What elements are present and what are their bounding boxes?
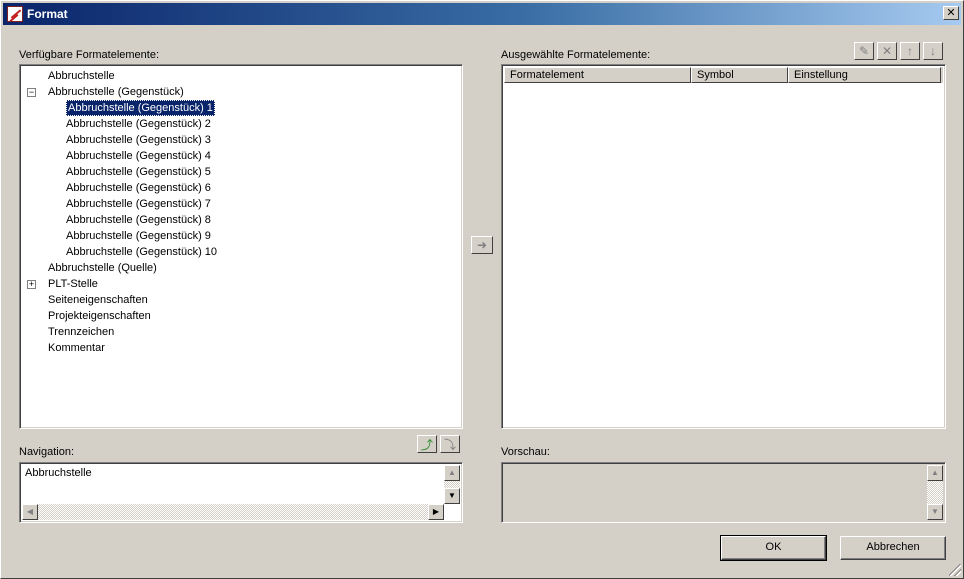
preview-box: ▲ ▼ [501, 462, 946, 523]
preview-scroll-up-button[interactable]: ▲ [927, 465, 943, 481]
scroll-right-button[interactable]: ▶ [428, 504, 444, 520]
tree-item[interactable]: Abbruchstelle (Gegenstück) 6 [66, 180, 211, 196]
tree-item[interactable]: Trennzeichen [48, 324, 114, 340]
resize-grip-icon[interactable] [949, 564, 961, 576]
move-down-button[interactable]: ↓ [923, 42, 943, 60]
delete-icon: ✕ [881, 44, 893, 58]
scroll-left-button[interactable]: ◀ [22, 504, 38, 520]
tree-item-selected[interactable]: Abbruchstelle (Gegenstück) 1 [66, 100, 215, 116]
preview-scroll-down-button[interactable]: ▼ [927, 504, 943, 520]
expand-icon[interactable]: + [27, 280, 36, 289]
tree-item[interactable]: Abbruchstelle (Gegenstück) 10 [66, 244, 217, 260]
column-header-formatelement[interactable]: Formatelement [504, 67, 691, 83]
navigation-value: Abbruchstelle [25, 467, 92, 479]
available-elements-tree[interactable]: Abbruchstelle Abbruchstelle (Gegenstück) −… [19, 64, 463, 429]
tree-item[interactable]: Abbruchstelle (Gegenstück) 2 [66, 116, 211, 132]
tree-item[interactable]: Seiteneigenschaften [48, 292, 148, 308]
window-title: Format [27, 7, 68, 21]
navigation-vertical-scrollbar[interactable]: ▲ ▼ [444, 465, 460, 504]
edit-icon: ✎ [858, 44, 870, 58]
tree-item[interactable]: Abbruchstelle (Gegenstück) [48, 84, 184, 100]
scroll-down-icon: ▼ [931, 507, 939, 516]
column-header-einstellung[interactable]: Einstellung [788, 67, 941, 83]
close-button[interactable]: ✕ [943, 6, 959, 20]
scroll-right-icon: ▶ [432, 507, 440, 516]
tree-item[interactable]: Abbruchstelle [48, 68, 115, 84]
tree-item[interactable]: Abbruchstelle (Gegenstück) 3 [66, 132, 211, 148]
navigation-box[interactable]: Abbruchstelle ▲ ▼ ◀ ▶ [19, 462, 463, 523]
delete-button[interactable]: ✕ [877, 42, 897, 60]
scroll-left-icon: ◀ [26, 507, 34, 516]
add-element-button[interactable]: ➜ [471, 236, 493, 254]
move-up-button[interactable]: ↑ [900, 42, 920, 60]
tree-item[interactable]: Kommentar [48, 340, 105, 356]
move-down-icon: ↓ [930, 44, 936, 58]
preview-vertical-scrollbar[interactable]: ▲ ▼ [927, 465, 943, 520]
tree-item[interactable]: Projekteigenschaften [48, 308, 151, 324]
column-header-symbol[interactable]: Symbol [691, 67, 788, 83]
selected-elements-list[interactable]: Formatelement Symbol Einstellung [501, 64, 946, 429]
tree-item[interactable]: Abbruchstelle (Gegenstück) 7 [66, 196, 211, 212]
tree-item[interactable]: Abbruchstelle (Gegenstück) 4 [66, 148, 211, 164]
navigate-down-button[interactable]: ⤵ [440, 435, 460, 453]
tree-item[interactable]: Abbruchstelle (Gegenstück) 8 [66, 212, 211, 228]
tree-item[interactable]: Abbruchstelle (Quelle) [48, 260, 157, 276]
cancel-button[interactable]: Abbrechen [840, 536, 946, 560]
tree-item[interactable]: Abbruchstelle (Gegenstück) 5 [66, 164, 211, 180]
collapse-icon[interactable]: − [27, 88, 36, 97]
navigate-down-icon: ⤵ [443, 437, 456, 452]
tree-item[interactable]: Abbruchstelle (Gegenstück) 9 [66, 228, 211, 244]
scroll-down-button[interactable]: ▼ [444, 488, 460, 504]
close-icon: ✕ [946, 7, 956, 19]
list-header: Formatelement Symbol Einstellung [504, 67, 943, 83]
edit-button[interactable]: ✎ [854, 42, 874, 60]
scroll-up-icon: ▲ [931, 468, 939, 477]
scroll-up-button[interactable]: ▲ [444, 465, 460, 481]
scroll-up-icon: ▲ [448, 468, 456, 477]
ok-button[interactable]: OK [720, 535, 827, 561]
selected-elements-label: Ausgewählte Formatelemente: [501, 49, 651, 61]
navigation-label: Navigation: [19, 446, 75, 458]
navigate-up-button[interactable]: ⤴ [417, 435, 437, 453]
format-dialog: Format ✕ Verfügbare Formatelemente: Abbr… [0, 0, 964, 579]
move-up-icon: ↑ [907, 44, 913, 58]
app-icon [7, 6, 23, 22]
navigate-up-icon: ⤴ [420, 437, 433, 452]
tree-item[interactable]: PLT-Stelle [48, 276, 98, 292]
available-elements-label: Verfügbare Formatelemente: [19, 49, 160, 61]
navigation-horizontal-scrollbar[interactable]: ◀ ▶ [22, 504, 444, 520]
preview-label: Vorschau: [501, 446, 550, 458]
title-bar[interactable]: Format ✕ [3, 3, 961, 25]
scroll-down-icon: ▼ [448, 491, 456, 500]
arrow-right-icon: ➜ [476, 238, 488, 252]
